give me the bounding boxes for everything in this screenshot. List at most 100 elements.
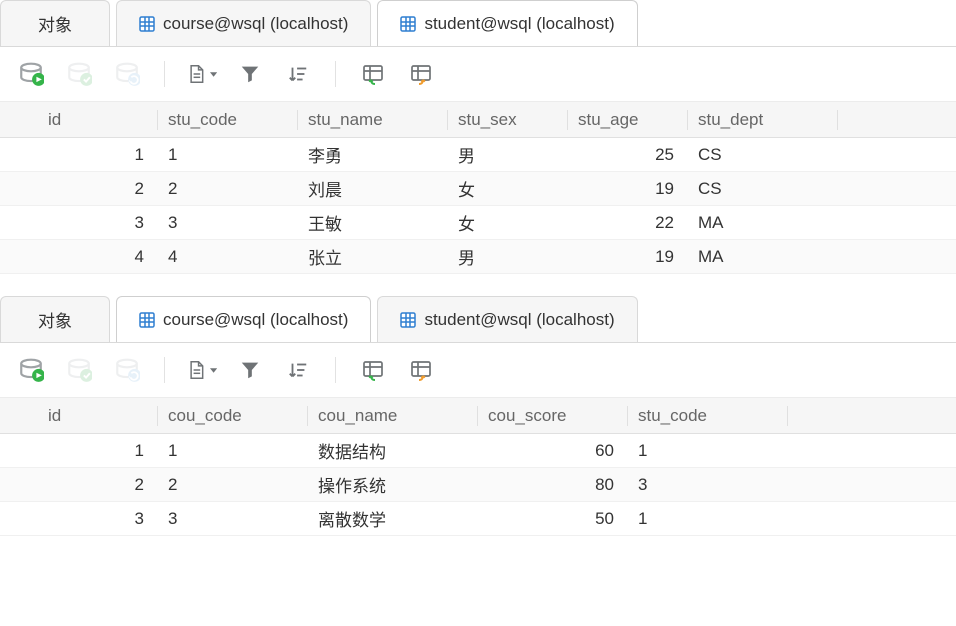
cell-stu[interactable]: 1 [628,441,788,461]
table-icon [139,312,155,328]
col-stu-age[interactable]: stu_age [568,110,688,130]
run-button[interactable] [16,355,46,385]
run-button[interactable] [16,59,46,89]
filter-button[interactable] [235,59,265,89]
import-button[interactable] [358,59,388,89]
cell-sex[interactable]: 男 [448,244,568,269]
commit-button[interactable] [64,59,94,89]
cell-age[interactable]: 22 [568,213,688,233]
tab-student[interactable]: student@wsql (localhost) [377,0,637,46]
header-row: id cou_code cou_name cou_score stu_code [0,398,956,434]
cell-stu[interactable]: 3 [628,475,788,495]
tab-student-label: student@wsql (localhost) [424,14,614,34]
cell-id[interactable]: 1 [38,441,158,461]
cell-age[interactable]: 19 [568,179,688,199]
cell-name[interactable]: 张立 [298,244,448,269]
header-row: id stu_code stu_name stu_sex stu_age stu… [0,102,956,138]
export-button[interactable] [406,59,436,89]
cell-code[interactable]: 4 [158,247,298,267]
cell-sex[interactable]: 男 [448,142,568,167]
course-panel: 对象 course@wsql (localhost) student@wsql … [0,296,956,536]
separator [335,61,336,87]
table-icon [400,16,416,32]
table-row[interactable]: 1 1 数据结构 60 1 [0,434,956,468]
cell-age[interactable]: 25 [568,145,688,165]
col-cou-code[interactable]: cou_code [158,406,308,426]
tab-course[interactable]: course@wsql (localhost) [116,296,371,342]
cell-name[interactable]: 数据结构 [308,438,478,463]
cell-name[interactable]: 操作系统 [308,472,478,497]
filter-button[interactable] [235,355,265,385]
table-row[interactable]: 2 2 刘晨 女 19 CS [0,172,956,206]
col-stu-dept[interactable]: stu_dept [688,110,838,130]
cell-code[interactable]: 3 [158,509,308,529]
col-cou-name[interactable]: cou_name [308,406,478,426]
table-icon [400,312,416,328]
cell-sex[interactable]: 女 [448,176,568,201]
cell-age[interactable]: 19 [568,247,688,267]
col-id[interactable]: id [38,406,158,426]
tab-objects-label: 对象 [38,11,72,36]
course-grid: id cou_code cou_name cou_score stu_code … [0,398,956,536]
cell-name[interactable]: 刘晨 [298,176,448,201]
table-row[interactable]: 3 3 王敏 女 22 MA [0,206,956,240]
tab-objects[interactable]: 对象 [0,296,110,342]
doc-menu-button[interactable] [187,59,217,89]
tab-course[interactable]: course@wsql (localhost) [116,0,371,46]
doc-menu-button[interactable] [187,355,217,385]
col-stu-sex[interactable]: stu_sex [448,110,568,130]
separator [164,61,165,87]
cell-id[interactable]: 2 [38,179,158,199]
table-row[interactable]: 2 2 操作系统 80 3 [0,468,956,502]
cell-code[interactable]: 3 [158,213,298,233]
cell-dept[interactable]: CS [688,145,838,165]
tab-student[interactable]: student@wsql (localhost) [377,296,637,342]
cell-name[interactable]: 离散数学 [308,506,478,531]
tab-course-label: course@wsql (localhost) [163,14,348,34]
refresh-button[interactable] [112,59,142,89]
separator [164,357,165,383]
cell-sex[interactable]: 女 [448,210,568,235]
cell-code[interactable]: 2 [158,475,308,495]
col-stu-code[interactable]: stu_code [628,406,788,426]
cell-code[interactable]: 2 [158,179,298,199]
tab-student-label: student@wsql (localhost) [424,310,614,330]
table-row[interactable]: 3 3 离散数学 50 1 [0,502,956,536]
col-cou-score[interactable]: cou_score [478,406,628,426]
export-button[interactable] [406,355,436,385]
cell-name[interactable]: 王敏 [298,210,448,235]
tab-objects[interactable]: 对象 [0,0,110,46]
cell-id[interactable]: 4 [38,247,158,267]
cell-id[interactable]: 3 [38,213,158,233]
toolbar [0,342,956,398]
sort-button[interactable] [283,355,313,385]
tabs: 对象 course@wsql (localhost) student@wsql … [0,296,956,342]
refresh-button[interactable] [112,355,142,385]
cell-score[interactable]: 60 [478,441,628,461]
import-button[interactable] [358,355,388,385]
cell-dept[interactable]: MA [688,213,838,233]
commit-button[interactable] [64,355,94,385]
cell-name[interactable]: 李勇 [298,142,448,167]
col-stu-code[interactable]: stu_code [158,110,298,130]
cell-score[interactable]: 80 [478,475,628,495]
table-row[interactable]: 4 4 张立 男 19 MA [0,240,956,274]
student-grid: id stu_code stu_name stu_sex stu_age stu… [0,102,956,274]
cell-dept[interactable]: CS [688,179,838,199]
tab-course-label: course@wsql (localhost) [163,310,348,330]
cell-score[interactable]: 50 [478,509,628,529]
cell-code[interactable]: 1 [158,441,308,461]
toolbar [0,46,956,102]
cell-code[interactable]: 1 [158,145,298,165]
cell-stu[interactable]: 1 [628,509,788,529]
sort-button[interactable] [283,59,313,89]
col-stu-name[interactable]: stu_name [298,110,448,130]
cell-dept[interactable]: MA [688,247,838,267]
cell-id[interactable]: 3 [38,509,158,529]
cell-id[interactable]: 1 [38,145,158,165]
table-row[interactable]: 1 1 李勇 男 25 CS [0,138,956,172]
tab-objects-label: 对象 [38,307,72,332]
table-icon [139,16,155,32]
col-id[interactable]: id [38,110,158,130]
cell-id[interactable]: 2 [38,475,158,495]
